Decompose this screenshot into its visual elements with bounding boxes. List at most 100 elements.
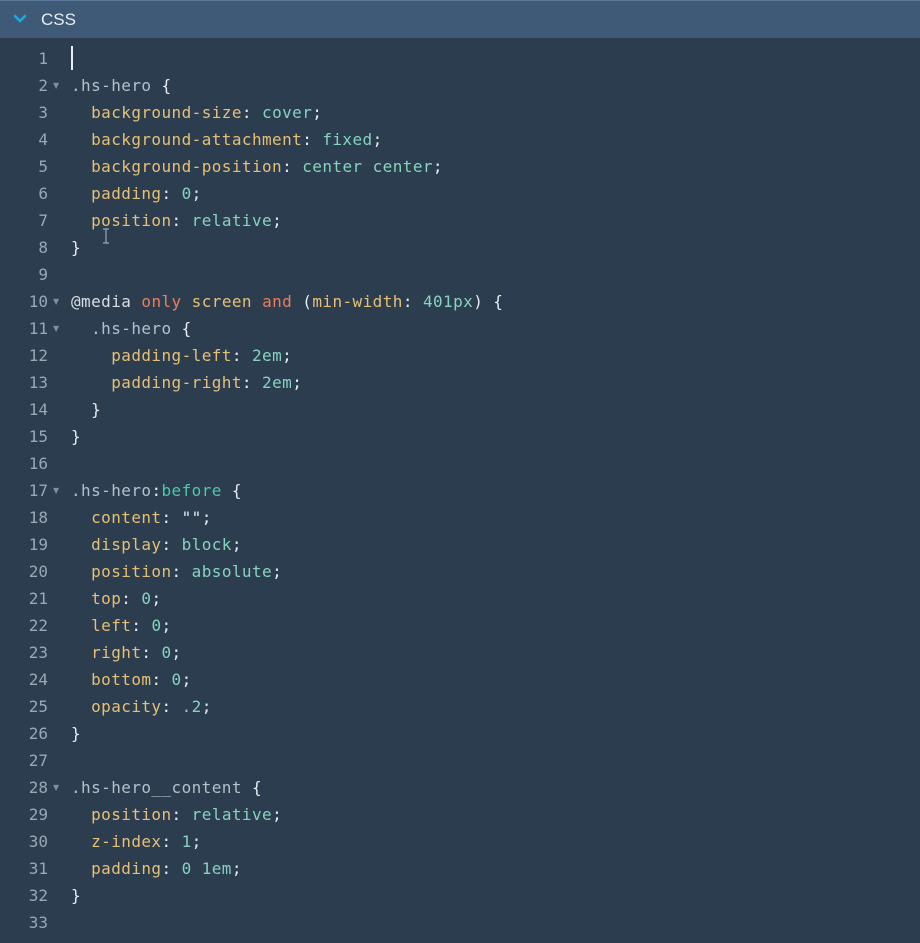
line-number: 25 <box>28 697 48 716</box>
code-token: min-width <box>312 292 403 311</box>
code-line[interactable]: 13 padding-right: 2em; <box>0 369 920 396</box>
fold-toggle-icon[interactable]: ▼ <box>53 315 63 342</box>
code-line[interactable]: 31 padding: 0 1em; <box>0 855 920 882</box>
code-line[interactable]: 28 ▼ .hs-hero__content { <box>0 774 920 801</box>
code-token: .hs-hero <box>71 481 152 500</box>
code-token: : <box>121 589 142 608</box>
code-token: 2em <box>262 373 293 392</box>
code-line[interactable]: 30 z-index: 1; <box>0 828 920 855</box>
code-token: ; <box>372 130 383 149</box>
code-line[interactable]: 9 <box>0 261 920 288</box>
code-text: } <box>71 396 101 423</box>
code-token: } <box>71 724 82 743</box>
line-number: 14 <box>28 400 48 419</box>
line-number: 17 <box>28 481 48 500</box>
code-token: .hs-hero <box>91 319 172 338</box>
code-text: content: ""; <box>71 504 212 531</box>
code-token: padding-left <box>111 346 232 365</box>
code-line[interactable]: 24 bottom: 0; <box>0 666 920 693</box>
code-text: right: 0; <box>71 639 182 666</box>
code-line[interactable]: 7 position: relative; <box>0 207 920 234</box>
code-token: bottom <box>91 670 152 689</box>
code-line[interactable]: 26} <box>0 720 920 747</box>
code-line[interactable]: 5 background-position: center center; <box>0 153 920 180</box>
chevron-down-icon[interactable] <box>12 11 28 27</box>
code-token: : <box>282 157 303 176</box>
code-token: .hs-hero__content <box>71 778 242 797</box>
code-token: ; <box>292 373 303 392</box>
code-token: } <box>71 238 82 257</box>
fold-toggle-icon[interactable]: ▼ <box>53 288 63 315</box>
code-token: relative <box>191 805 273 824</box>
code-line[interactable]: 2 ▼ .hs-hero { <box>0 72 920 99</box>
code-line[interactable]: 16 <box>0 450 920 477</box>
fold-toggle-icon[interactable]: ▼ <box>53 774 63 801</box>
code-text: @media only screen and (min-width: 401px… <box>71 288 503 315</box>
line-number: 33 <box>28 913 48 932</box>
code-token: content <box>91 508 162 527</box>
line-number: 21 <box>28 589 48 608</box>
line-number: 10 <box>28 292 48 311</box>
code-line[interactable]: 18 content: ""; <box>0 504 920 531</box>
code-line[interactable]: 21 top: 0; <box>0 585 920 612</box>
code-line[interactable]: 17 ▼ .hs-hero:before { <box>0 477 920 504</box>
code-text: background-size: cover; <box>71 99 322 126</box>
line-number: 12 <box>28 346 48 365</box>
code-token: : <box>161 697 182 716</box>
code-line[interactable]: 6 padding: 0; <box>0 180 920 207</box>
code-token: center center <box>302 157 433 176</box>
code-line[interactable]: 14 } <box>0 396 920 423</box>
code-line[interactable]: 23 right: 0; <box>0 639 920 666</box>
code-token: : <box>161 184 182 203</box>
code-line[interactable]: 25 opacity: .2; <box>0 693 920 720</box>
line-number: 15 <box>28 427 48 446</box>
code-line[interactable]: 8} <box>0 234 920 261</box>
code-line[interactable]: 11 ▼ .hs-hero { <box>0 315 920 342</box>
code-token: @media <box>71 292 132 311</box>
code-token: } <box>71 427 82 446</box>
code-text: position: relative; <box>71 207 282 234</box>
code-text: } <box>71 882 81 909</box>
code-editor[interactable]: 1 2 ▼ .hs-hero {3 background-size: cover; 4 … <box>0 38 920 943</box>
fold-toggle-icon[interactable]: ▼ <box>53 477 63 504</box>
line-number: 8 <box>38 238 48 257</box>
code-text: padding: 0 1em; <box>71 855 242 882</box>
fold-toggle-icon[interactable]: ▼ <box>53 72 63 99</box>
code-line[interactable]: 1 <box>0 45 920 72</box>
code-token: : <box>141 643 162 662</box>
code-token: .2 <box>181 697 202 716</box>
code-token: 0 <box>151 616 162 635</box>
code-line[interactable]: 29 position: relative; <box>0 801 920 828</box>
code-line[interactable]: 10 ▼ @media only screen and (min-width: 40… <box>0 288 920 315</box>
line-number: 19 <box>28 535 48 554</box>
code-token: padding <box>91 184 162 203</box>
code-line[interactable]: 32} <box>0 882 920 909</box>
code-text: .hs-hero { <box>71 315 192 342</box>
code-line[interactable]: 3 background-size: cover; <box>0 99 920 126</box>
code-token: z-index <box>91 832 162 851</box>
code-line[interactable]: 15} <box>0 423 920 450</box>
line-number: 6 <box>38 184 48 203</box>
code-token: : <box>171 562 192 581</box>
line-number: 11 <box>28 319 48 338</box>
line-number: 23 <box>28 643 48 662</box>
code-line[interactable]: 12 padding-left: 2em; <box>0 342 920 369</box>
code-line[interactable]: 4 background-attachment: fixed; <box>0 126 920 153</box>
code-text: position: absolute; <box>71 558 282 585</box>
code-line[interactable]: 20 position: absolute; <box>0 558 920 585</box>
line-number: 24 <box>28 670 48 689</box>
code-token: position <box>91 211 172 230</box>
code-token: top <box>91 589 122 608</box>
code-line[interactable]: 22 left: 0; <box>0 612 920 639</box>
panel-header[interactable]: CSS <box>0 0 920 38</box>
code-token: ) { <box>473 292 504 311</box>
code-line[interactable]: 19 display: block; <box>0 531 920 558</box>
code-token: background-position <box>91 157 283 176</box>
css-editor-panel: CSS 1 2 ▼ .hs-hero {3 background-size: cove… <box>0 0 920 943</box>
code-line[interactable]: 27 <box>0 747 920 774</box>
code-line[interactable]: 33 <box>0 909 920 936</box>
